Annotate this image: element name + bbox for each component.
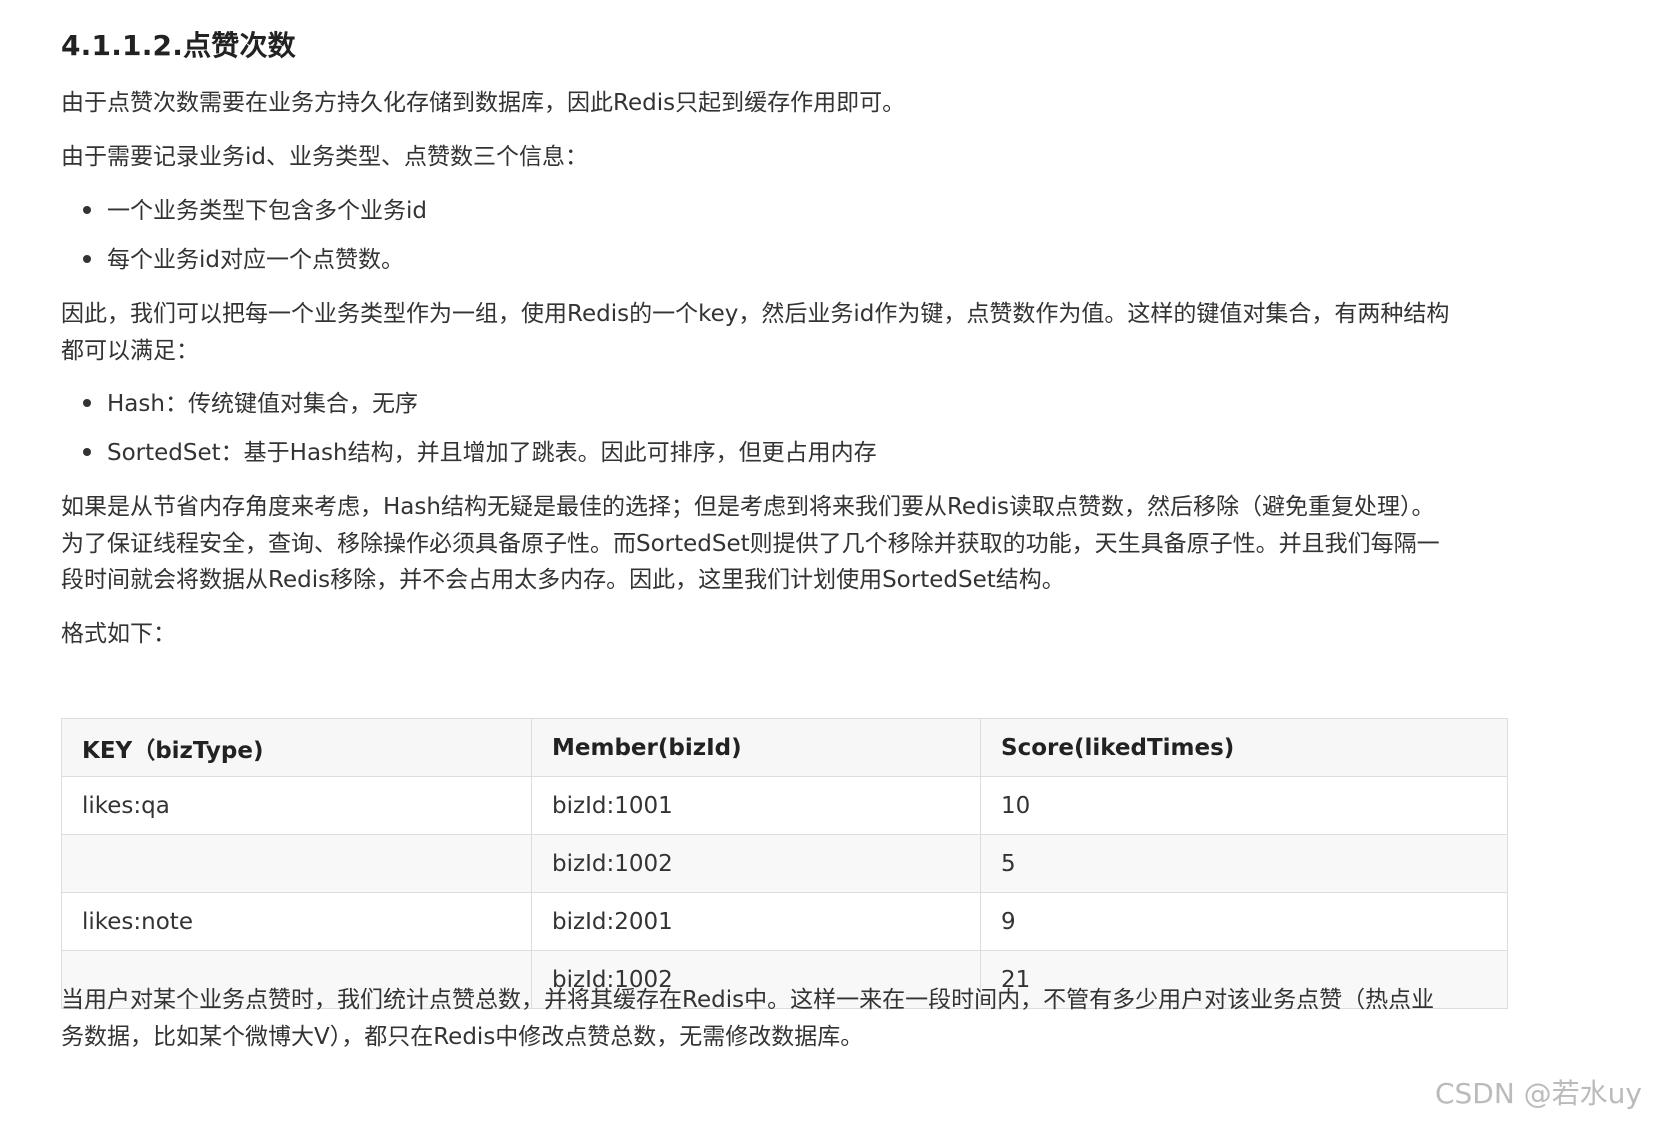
table-cell-member: bizId:1002 bbox=[531, 834, 981, 893]
table-header-score: Score(likedTimes) bbox=[980, 718, 1508, 777]
paragraph-cache-role: 由于点赞次数需要在业务方持久化存储到数据库，因此Redis只起到缓存作用即可。 bbox=[61, 90, 906, 116]
paragraph-structure-line-2: 都可以满足： bbox=[61, 338, 199, 364]
table-header-row: KEY（bizType) Member(bizId) Score(likedTi… bbox=[61, 718, 1508, 777]
bullet-dot-icon bbox=[83, 399, 91, 407]
list-item-text: 一个业务类型下包含多个业务id bbox=[107, 198, 427, 224]
table-cell-score: 5 bbox=[980, 834, 1508, 893]
list-item: Hash：传统键值对集合，无序 bbox=[83, 385, 418, 424]
paragraph-record-info: 由于需要记录业务id、业务类型、点赞数三个信息： bbox=[61, 144, 588, 170]
list-item-text: Hash：传统键值对集合，无序 bbox=[107, 391, 418, 417]
table-row: bizId:1002 5 bbox=[61, 834, 1508, 893]
paragraph-summary-line-1: 当用户对某个业务点赞时，我们统计点赞总数，并将其缓存在Redis中。这样一来在一… bbox=[61, 987, 1435, 1013]
list-item-text: SortedSet：基于Hash结构，并且增加了跳表。因此可排序，但更占用内存 bbox=[107, 440, 877, 466]
format-table: KEY（bizType) Member(bizId) Score(likedTi… bbox=[61, 718, 1508, 1009]
bullet-dot-icon bbox=[83, 206, 91, 214]
bullet-dot-icon bbox=[83, 448, 91, 456]
paragraph-structure-line-1: 因此，我们可以把每一个业务类型作为一组，使用Redis的一个key，然后业务id… bbox=[61, 301, 1450, 327]
list-item: 一个业务类型下包含多个业务id bbox=[83, 192, 427, 231]
table-cell-key: likes:note bbox=[61, 892, 532, 951]
paragraph-choice-line-1: 如果是从节省内存角度来考虑，Hash结构无疑是最佳的选择；但是考虑到将来我们要从… bbox=[61, 494, 1435, 520]
table-cell-key: likes:qa bbox=[61, 776, 532, 835]
paragraph-summary-line-2: 务数据，比如某个微博大V），都只在Redis中修改点赞总数，无需修改数据库。 bbox=[61, 1024, 864, 1050]
list-item: 每个业务id对应一个点赞数。 bbox=[83, 241, 404, 280]
table-header-member: Member(bizId) bbox=[531, 718, 981, 777]
table-row: likes:qa bizId:1001 10 bbox=[61, 776, 1508, 835]
list-item: SortedSet：基于Hash结构，并且增加了跳表。因此可排序，但更占用内存 bbox=[83, 434, 877, 473]
csdn-watermark: CSDN @若水uy bbox=[1434, 1077, 1642, 1110]
table-cell-score: 10 bbox=[980, 776, 1508, 835]
paragraph-choice-line-2: 为了保证线程安全，查询、移除操作必须具备原子性。而SortedSet则提供了几个… bbox=[61, 531, 1440, 557]
bullet-dot-icon bbox=[83, 255, 91, 263]
table-cell-score: 9 bbox=[980, 892, 1508, 951]
section-heading: 4.1.1.2.点赞次数 bbox=[61, 29, 296, 62]
table-row: likes:note bizId:2001 9 bbox=[61, 892, 1508, 951]
table-cell-key bbox=[61, 834, 532, 893]
table-header-key: KEY（bizType) bbox=[61, 718, 532, 777]
table-cell-member: bizId:1001 bbox=[531, 776, 981, 835]
list-item-text: 每个业务id对应一个点赞数。 bbox=[107, 247, 404, 273]
table-cell-member: bizId:2001 bbox=[531, 892, 981, 951]
paragraph-choice-line-3: 段时间就会将数据从Redis移除，并不会占用太多内存。因此，这里我们计划使用So… bbox=[61, 567, 1065, 593]
paragraph-format: 格式如下： bbox=[61, 621, 176, 647]
